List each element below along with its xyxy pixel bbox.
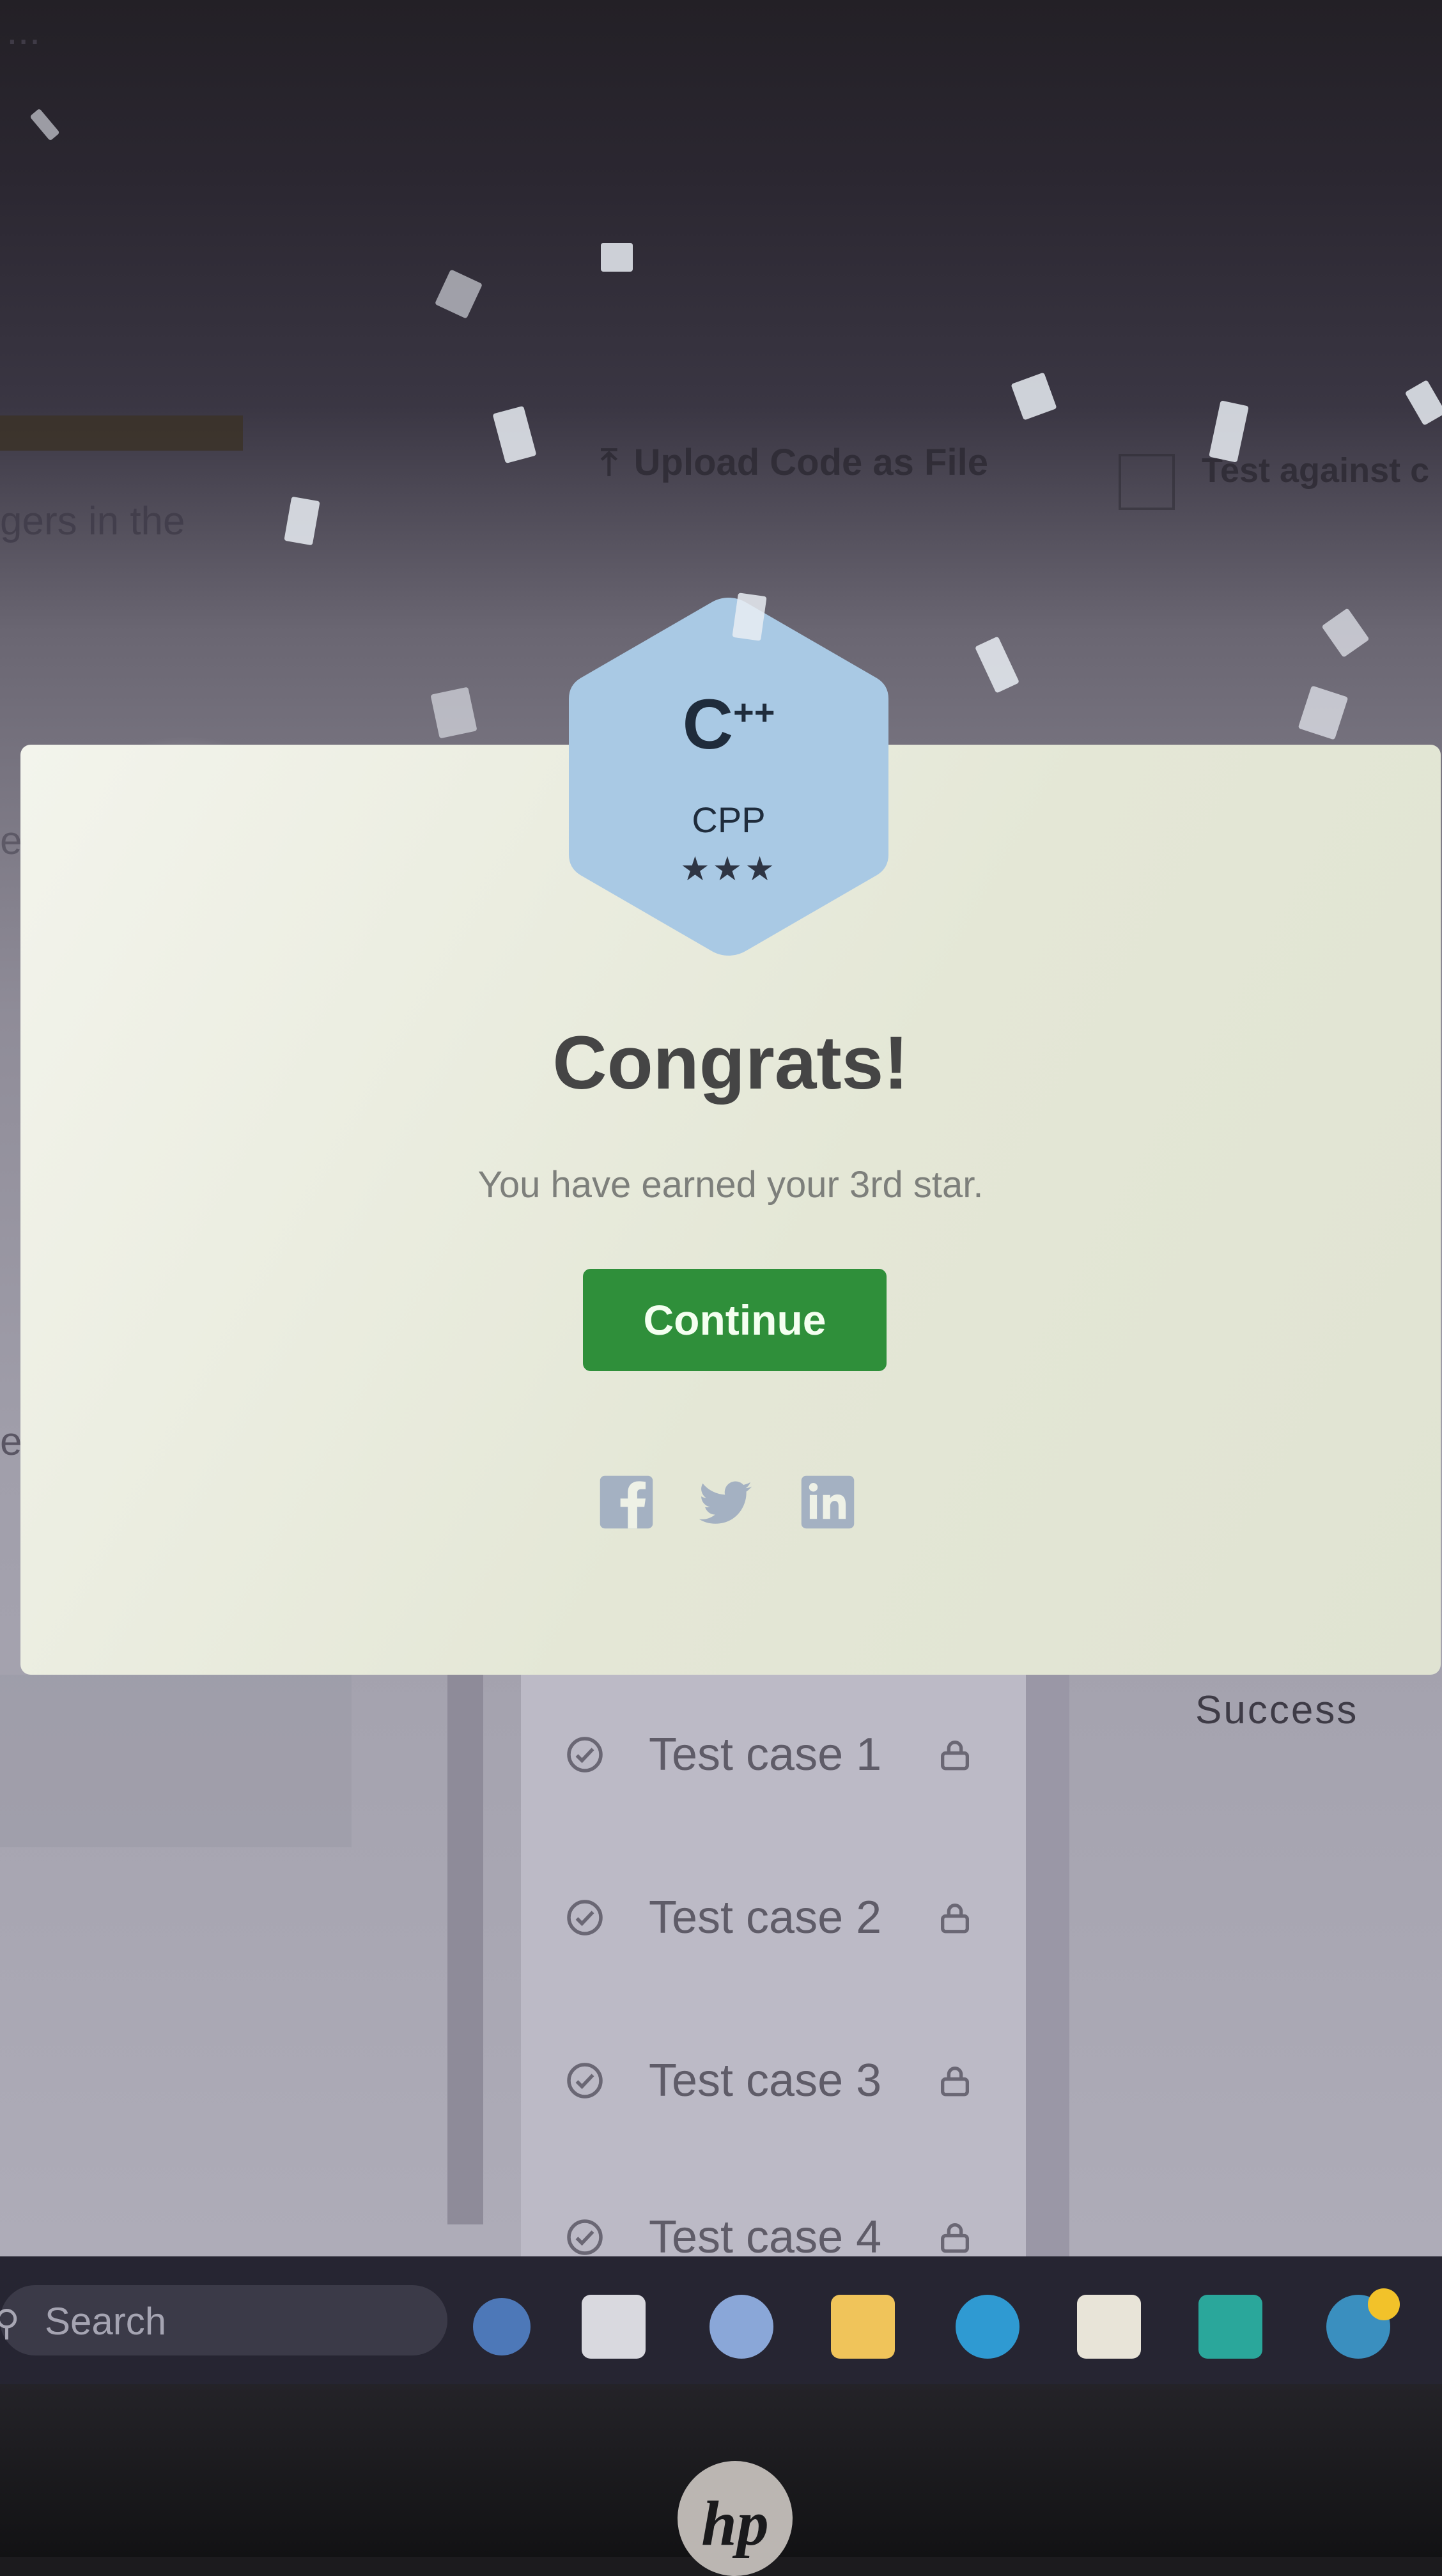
- chat-icon[interactable]: [709, 2295, 773, 2359]
- notification-badge: [1368, 2288, 1400, 2320]
- test-case-label: Test case 1: [649, 1729, 882, 1780]
- confetti-piece: [284, 496, 320, 546]
- cpp-badge-hexagon: [569, 598, 888, 956]
- upload-code-button[interactable]: ⤒ Upload Code as File: [601, 441, 988, 485]
- taskbar-search-placeholder: Search: [45, 2300, 167, 2343]
- confetti-piece: [1321, 608, 1370, 658]
- check-circle-icon: [567, 2219, 603, 2255]
- copilot-icon[interactable]: [473, 2298, 531, 2355]
- test-case-item[interactable]: Test case 3: [566, 2042, 973, 2119]
- twitter-icon[interactable]: [697, 1473, 754, 1531]
- background-left-fragment: e: [0, 819, 22, 863]
- confetti-piece: [601, 243, 633, 272]
- store-icon[interactable]: [1077, 2295, 1141, 2359]
- background-header-text: ...: [6, 7, 41, 53]
- confetti-piece: [1404, 380, 1442, 426]
- test-case-label: Test case 4: [649, 2212, 882, 2256]
- background-problem-text: gers in the: [0, 499, 185, 543]
- badge-title-suffix: ++: [733, 692, 775, 733]
- facebook-icon[interactable]: [598, 1473, 655, 1531]
- check-circle-icon: [567, 2063, 603, 2099]
- badge-title-letter: C: [682, 685, 734, 764]
- congrats-heading: Congrats!: [552, 1021, 909, 1105]
- file-explorer-icon[interactable]: [831, 2295, 895, 2359]
- confetti-piece: [732, 593, 767, 641]
- lock-icon: [941, 1904, 969, 1934]
- upload-code-label: Upload Code as File: [633, 442, 988, 483]
- check-circle-icon: [567, 1900, 603, 1936]
- app-icon[interactable]: [1198, 2295, 1262, 2359]
- confetti-piece: [974, 636, 1020, 694]
- monitor-screen: ... gers in the e ed ⤒Upload Code as Fil…: [0, 0, 1442, 2256]
- lock-icon: [941, 2223, 969, 2253]
- lock-icon: [941, 1741, 969, 1771]
- badge-subtitle: CPP: [692, 800, 766, 840]
- left-panel: [0, 1675, 352, 1847]
- hp-logo: hp: [678, 2461, 793, 2576]
- panel-divider: [447, 1675, 483, 2224]
- confetti-piece: [434, 269, 483, 319]
- badge-stars: ★★★: [680, 851, 777, 888]
- upload-icon: ⤒: [601, 442, 617, 483]
- taskbar-search[interactable]: ⚲ Search: [0, 2285, 447, 2355]
- search-icon: ⚲: [0, 2302, 20, 2343]
- background-left-bar: [0, 415, 243, 451]
- badge-title: C++: [562, 684, 895, 765]
- check-circle-icon: [567, 1737, 603, 1773]
- test-case-label: Test case 2: [649, 1892, 882, 1943]
- task-view-icon[interactable]: [582, 2295, 646, 2359]
- confetti-piece: [430, 687, 477, 739]
- congrats-message: You have earned your 3rd star.: [477, 1164, 984, 1206]
- confetti-piece: [1298, 685, 1349, 740]
- test-against-checkbox[interactable]: [1119, 454, 1175, 510]
- panel-divider-right: [1026, 1675, 1069, 2256]
- continue-button[interactable]: Continue: [583, 1269, 887, 1371]
- lock-icon: [941, 2067, 969, 2097]
- test-case-item[interactable]: Test case 4: [566, 2199, 973, 2256]
- hp-logo-text: hp: [701, 2488, 769, 2559]
- success-status: Success: [1195, 1688, 1359, 1732]
- test-case-item[interactable]: Test case 1: [566, 1716, 973, 1793]
- confetti-piece: [492, 405, 537, 464]
- test-case-item[interactable]: Test case 2: [566, 1879, 973, 1956]
- confetti-piece: [29, 108, 60, 141]
- test-case-label: Test case 3: [649, 2055, 882, 2106]
- edge-icon[interactable]: [956, 2295, 1019, 2359]
- linkedin-icon[interactable]: [799, 1473, 857, 1531]
- confetti-piece: [1011, 372, 1057, 421]
